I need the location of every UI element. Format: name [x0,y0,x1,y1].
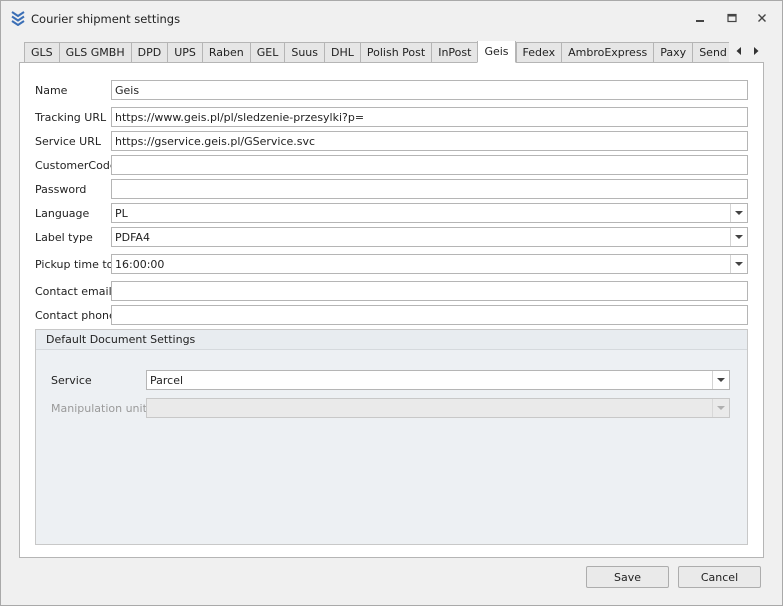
close-button[interactable] [753,10,771,26]
tracking-url-label: Tracking URL [35,111,107,124]
label-type-select[interactable]: PDFA4 [111,227,748,247]
pickup-time-select[interactable]: 16:00:00 [111,254,748,274]
pickup-time-label: Pickup time to [35,258,114,271]
contact-email-label: Contact email [35,285,112,298]
close-icon [758,14,766,22]
tab-ups[interactable]: UPS [167,42,202,63]
service-select[interactable]: Parcel [146,370,730,390]
tab-paxy[interactable]: Paxy [653,42,693,63]
tab-raben[interactable]: Raben [201,42,250,63]
customer-code-input[interactable] [111,155,748,175]
tab-send-notification[interactable]: Send notifi [692,42,729,63]
pickup-time-dropdown-button[interactable] [730,255,747,273]
tab-gls-gmbh[interactable]: GLS GMBH [58,42,131,63]
tabs-viewport: GLS GLS GMBH DPD UPS Raben GEL Suus DHL … [24,41,729,63]
service-dropdown-button[interactable] [712,371,729,389]
language-label: Language [35,207,90,220]
geis-tab-page: Name Geis Tracking URL https://www.geis.… [19,62,764,558]
tab-gls[interactable]: GLS [24,42,59,63]
default-document-settings-group: Default Document Settings Service Parcel… [35,329,748,545]
tab-inpost[interactable]: InPost [431,42,478,63]
chevron-down-icon [735,262,743,266]
pickup-time-value: 16:00:00 [115,257,165,271]
tab-fedex[interactable]: Fedex [515,42,562,63]
tabs-row: GLS GLS GMBH DPD UPS Raben GEL Suus DHL … [24,41,729,63]
manipulation-units-dropdown-button [712,399,729,417]
chevron-down-icon [717,406,725,410]
title-bar: Courier shipment settings [1,1,782,35]
tab-dpd[interactable]: DPD [130,42,168,63]
chevron-stack-icon [11,11,25,26]
group-header: Default Document Settings [36,330,747,350]
chevron-down-icon [735,235,743,239]
minimize-button[interactable] [691,10,709,26]
name-label: Name [35,84,68,97]
contact-phone-label: Contact phone [35,309,116,322]
chevron-down-icon [735,211,743,215]
triangle-right-icon [754,47,759,55]
cancel-button[interactable]: Cancel [678,566,761,588]
window-title: Courier shipment settings [31,12,181,26]
manipulation-units-label: Manipulation units [51,402,153,415]
triangle-left-icon [736,47,741,55]
service-value: Parcel [150,373,184,387]
manipulation-units-select [146,398,730,418]
restore-button[interactable] [723,10,741,26]
chevron-down-icon [717,378,725,382]
courier-tabstrip: GLS GLS GMBH DPD UPS Raben GEL Suus DHL … [24,41,764,63]
service-label: Service [51,374,92,387]
tab-ambroexpress[interactable]: AmbroExpress [561,42,654,63]
restore-icon [727,13,737,23]
courier-settings-window: Courier shipment settings GLS GLS GMBH D… [0,0,783,606]
tab-scroll-right-button[interactable] [749,44,763,58]
password-label: Password [35,183,87,196]
customer-code-label: CustomerCode [35,159,117,172]
contact-phone-input[interactable] [111,305,748,325]
minimize-icon [696,20,704,22]
tab-dhl[interactable]: DHL [324,42,360,63]
password-input[interactable] [111,179,748,199]
label-type-label: Label type [35,231,93,244]
save-button[interactable]: Save [586,566,669,588]
name-input[interactable]: Geis [111,80,748,100]
tab-suus[interactable]: Suus [284,42,325,63]
label-type-dropdown-button[interactable] [730,228,747,246]
service-url-input[interactable]: https://gservice.geis.pl/GService.svc [111,131,748,151]
tab-polish-post[interactable]: Polish Post [359,42,432,63]
label-type-value: PDFA4 [115,230,150,244]
tracking-url-input[interactable]: https://www.geis.pl/pl/sledzenie-przesyl… [111,107,748,127]
tab-geis[interactable]: Geis [477,41,516,63]
tab-scroll-left-button[interactable] [732,44,746,58]
language-select[interactable]: PL [111,203,748,223]
contact-email-input[interactable] [111,281,748,301]
language-dropdown-button[interactable] [730,204,747,222]
language-value: PL [115,206,128,220]
tab-gel[interactable]: GEL [249,42,285,63]
service-url-label: Service URL [35,135,101,148]
